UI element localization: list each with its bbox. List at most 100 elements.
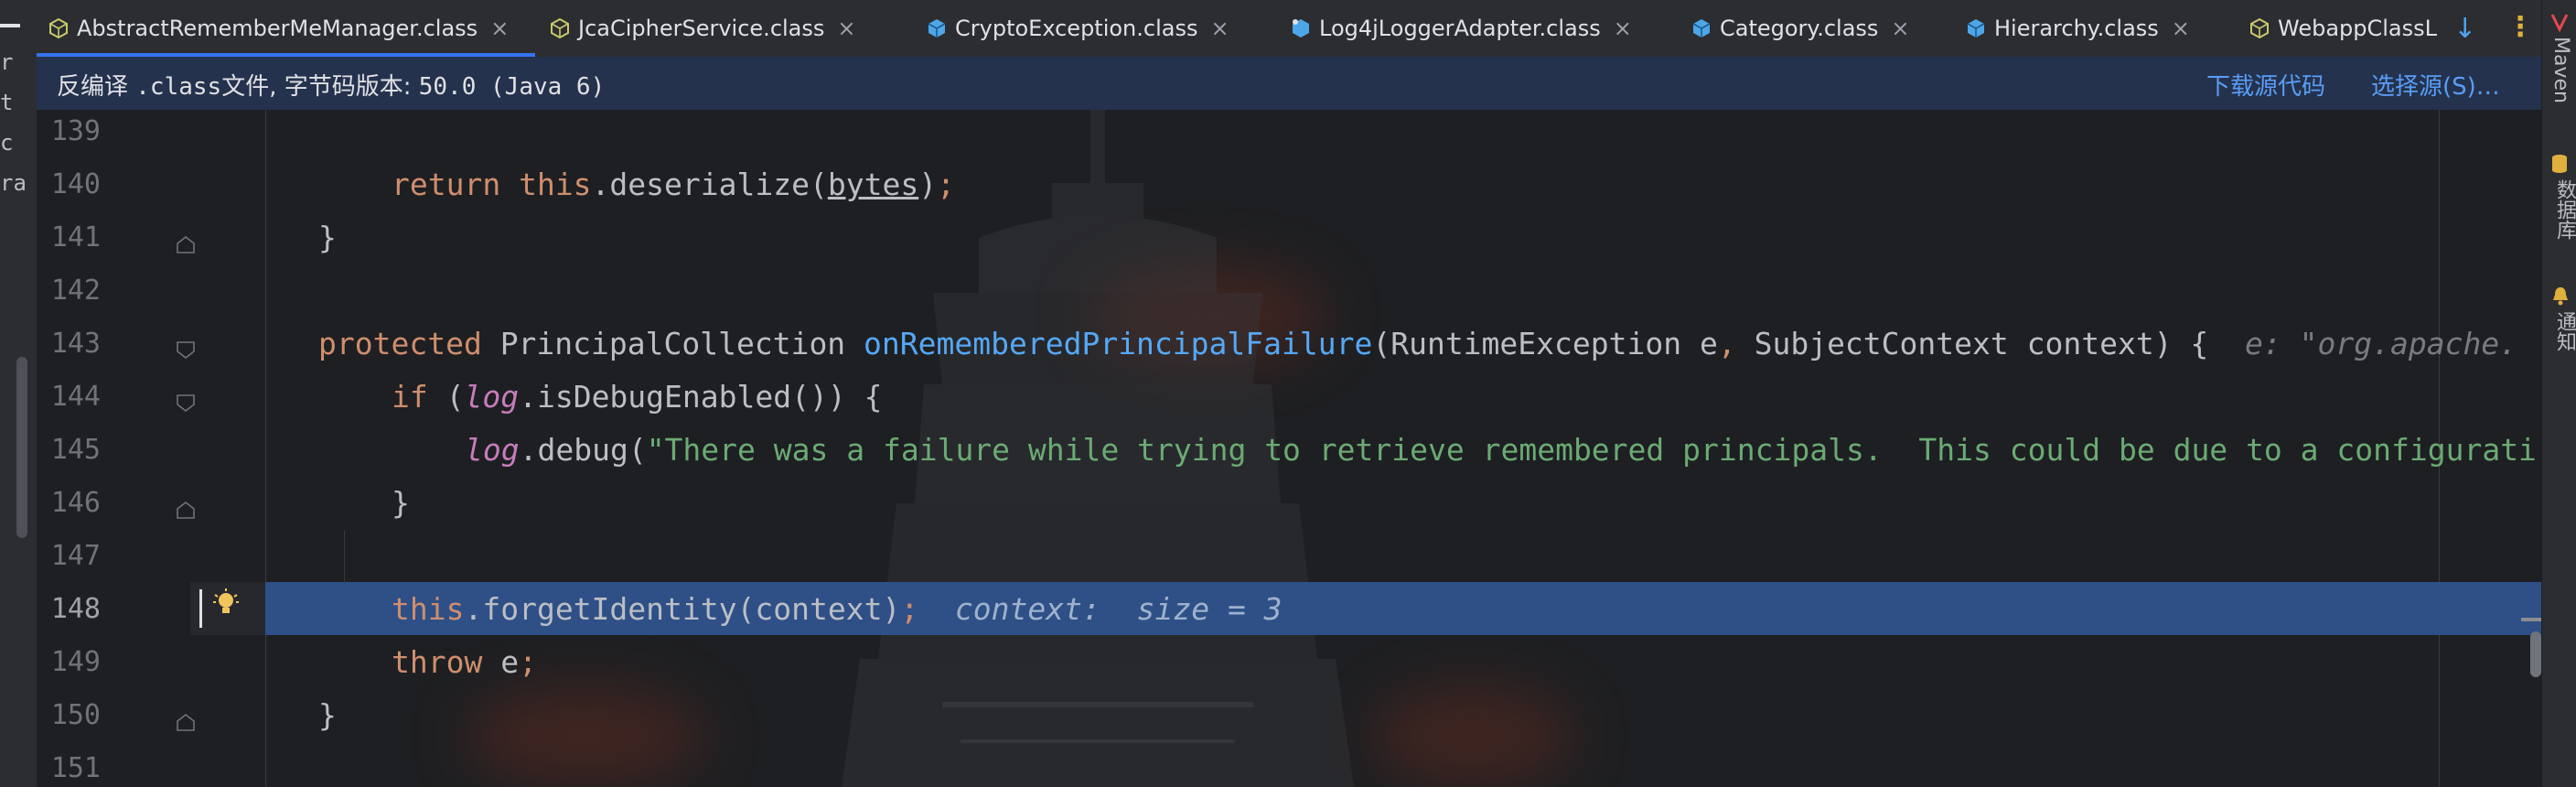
right-tool-strip: Maven 数据库 通知 — [2541, 0, 2576, 787]
tab-label: Hierarchy.class — [1994, 16, 2159, 41]
line-number[interactable]: 143 — [37, 318, 101, 371]
code-token: log — [464, 379, 520, 415]
banner-message: 反编译 .class文件, 字节码版本: 50.0 (Java 6) — [57, 68, 605, 102]
minimize-dash-icon[interactable] — [0, 24, 20, 27]
line-number[interactable]: 142 — [37, 264, 101, 318]
class-file-icon — [1692, 19, 1711, 38]
line-number[interactable]: 148 — [37, 583, 101, 636]
more-options-icon[interactable]: ⋮ — [2506, 11, 2534, 43]
code-token: .forgetIdentity(context) — [464, 591, 901, 627]
tab-label: Category.class — [1720, 16, 1879, 41]
background-glow — [1372, 686, 1573, 787]
notifications-tool-button[interactable]: 通知 — [2549, 311, 2576, 351]
banner-middle: 文件, 字节码版本: — [221, 73, 419, 101]
fold-start-icon[interactable] — [176, 340, 196, 361]
code-line[interactable]: } — [318, 689, 337, 742]
intention-bulb-icon[interactable] — [212, 588, 240, 622]
tab-log4j-logger-adapter[interactable]: Log4jLoggerAdapter.class × — [1290, 0, 1707, 57]
code-token: ) — [918, 167, 938, 202]
code-token: onRememberedPrincipalFailure — [864, 326, 1373, 361]
class-file-icon — [2250, 17, 2269, 39]
code-line[interactable]: return this.deserialize(bytes); — [392, 158, 955, 211]
line-number[interactable]: 146 — [37, 477, 101, 530]
class-file-icon — [551, 17, 569, 39]
line-number[interactable]: 145 — [37, 424, 101, 477]
banner-ext: .class — [135, 73, 222, 101]
close-icon[interactable]: × — [1210, 16, 1229, 41]
tab-label: JcaCipherService.class — [578, 16, 825, 41]
close-icon[interactable]: × — [2172, 16, 2190, 41]
line-number[interactable]: 150 — [37, 689, 101, 742]
notifications-icon[interactable] — [2551, 286, 2570, 306]
tab-jca-cipher-service[interactable]: JcaCipherService.class × — [549, 0, 933, 57]
code-token: } — [318, 220, 337, 255]
close-icon[interactable]: × — [490, 16, 509, 41]
tab-crypto-exception[interactable]: CryptoException.class × — [926, 0, 1303, 57]
fold-end-icon[interactable] — [176, 234, 196, 254]
tab-abstract-remember-me-manager[interactable]: AbstractRememberMeManager.class × — [48, 0, 540, 57]
line-number[interactable]: 149 — [37, 636, 101, 689]
code-token: if — [392, 379, 446, 415]
close-icon[interactable]: × — [1891, 16, 1909, 41]
code-token: PrincipalCollection — [499, 326, 864, 361]
code-token: .debug( — [519, 432, 647, 468]
class-file-icon — [1293, 19, 1309, 38]
code-line[interactable]: log.debug("There was a failure while try… — [465, 424, 2537, 477]
code-editor[interactable]: return this.deserialize(bytes);} protecte… — [37, 110, 2541, 787]
code-token: .isDebugEnabled()) { — [519, 379, 883, 415]
code-token: bytes — [827, 167, 919, 202]
download-sources-link[interactable]: 下载源代码 — [2206, 68, 2325, 102]
project-panel-edge: r t c ra — [0, 0, 38, 787]
database-tool-button[interactable]: 数据库 — [2549, 179, 2576, 240]
line-number[interactable]: 139 — [37, 110, 101, 158]
code-token: log — [465, 432, 520, 468]
tab-category[interactable]: Category.class × — [1690, 0, 1970, 57]
editor-scrollbar-thumb[interactable] — [2530, 631, 2541, 677]
project-tree-fragment: ra — [0, 170, 27, 196]
project-scrollbar[interactable] — [16, 357, 27, 538]
code-token: e — [500, 644, 520, 680]
tab-label: CryptoException.class — [955, 16, 1198, 41]
bytecode-version: 50.0 (Java 6) — [418, 73, 606, 101]
line-number[interactable]: 151 — [37, 742, 101, 787]
code-line[interactable]: if (log.isDebugEnabled()) { — [392, 371, 882, 424]
close-icon[interactable]: × — [1614, 16, 1632, 41]
line-number[interactable]: 147 — [37, 530, 101, 583]
code-token: } — [318, 697, 337, 733]
tab-webapp-class[interactable]: WebappClassL — [2249, 0, 2442, 57]
code-line[interactable]: throw e; — [392, 636, 537, 689]
line-number[interactable]: 144 — [37, 371, 101, 424]
tab-label: AbstractRememberMeManager.class — [77, 16, 478, 41]
fold-end-icon[interactable] — [176, 500, 196, 520]
maven-tool-button[interactable]: Maven — [2549, 37, 2572, 103]
code-line[interactable]: protected PrincipalCollection onRemember… — [318, 318, 2517, 371]
project-tree-fragment: c — [0, 130, 14, 156]
code-token: "There was a failure while trying to ret… — [646, 432, 2537, 468]
maven-icon[interactable] — [2550, 13, 2569, 33]
recent-files-arrow-icon[interactable]: ↓ — [2453, 13, 2476, 45]
code-token: SubjectContext context) { — [1754, 326, 2246, 361]
gutter-divider — [265, 110, 266, 787]
decompiled-class-banner: 反编译 .class文件, 字节码版本: 50.0 (Java 6) 下载源代码… — [37, 57, 2541, 111]
line-number[interactable]: 140 — [37, 158, 101, 211]
code-token: context: size = 3 — [918, 591, 1283, 627]
choose-sources-link[interactable]: 选择源(S)… — [2371, 68, 2500, 102]
close-icon[interactable]: × — [837, 16, 855, 41]
fold-end-icon[interactable] — [176, 712, 196, 732]
code-token: protected — [318, 326, 500, 361]
fold-start-icon[interactable] — [176, 394, 196, 414]
code-token: ( — [445, 379, 465, 415]
banner-prefix: 反编译 — [57, 73, 136, 101]
database-icon[interactable] — [2551, 154, 2568, 174]
tab-label: WebappClassL — [2278, 16, 2438, 41]
code-token: return — [392, 167, 520, 202]
code-line[interactable]: } — [318, 211, 337, 264]
code-token: e: "org.apache. — [2245, 326, 2518, 361]
code-line[interactable]: } — [392, 477, 410, 530]
line-number[interactable]: 141 — [37, 211, 101, 264]
code-token: (RuntimeException e — [1372, 326, 1718, 361]
project-tree-fragment: t — [0, 90, 14, 115]
code-line[interactable]: this.forgetIdentity(context); context: s… — [392, 583, 1283, 636]
code-token: .deserialize( — [591, 167, 828, 202]
tab-hierarchy[interactable]: Hierarchy.class × — [1965, 0, 2254, 57]
